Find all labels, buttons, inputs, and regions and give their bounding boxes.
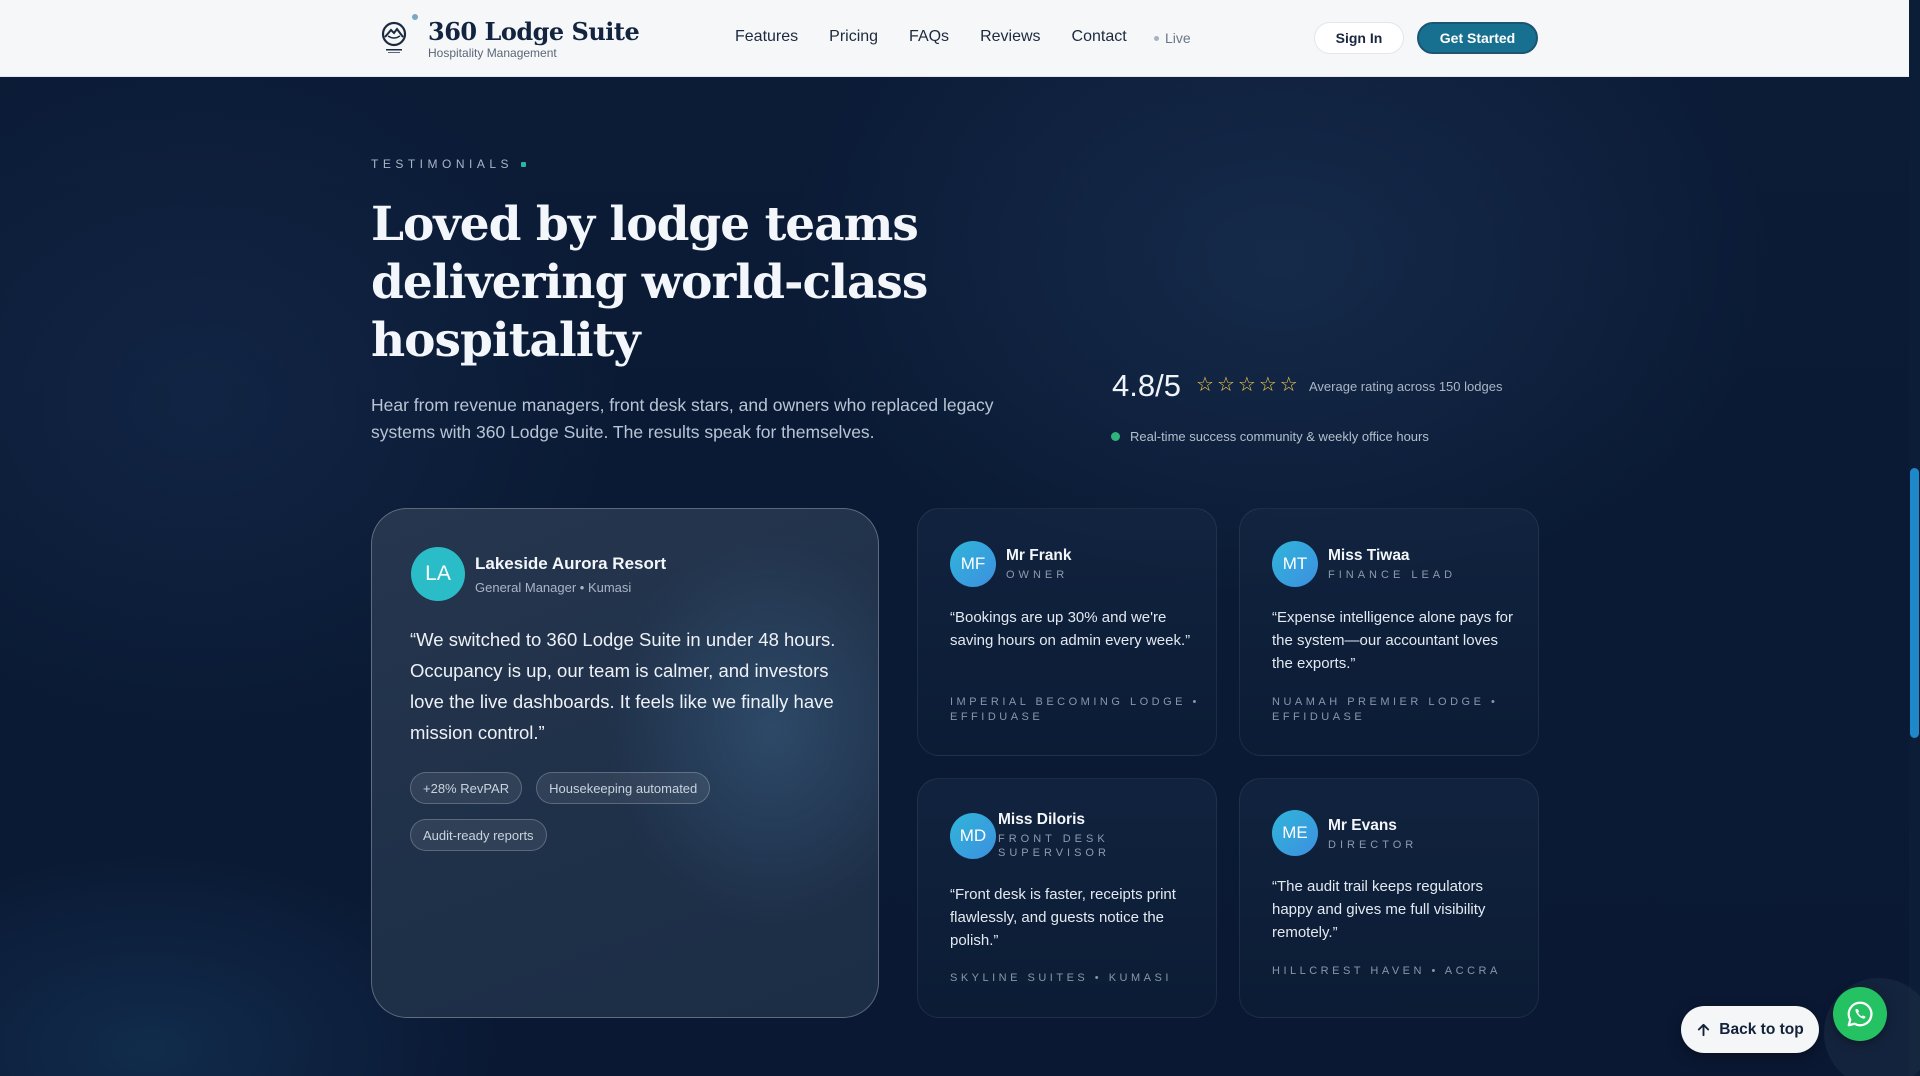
rating-score: 4.8/5 xyxy=(1112,368,1181,403)
star-icon: ☆ xyxy=(1258,374,1277,396)
rating-stars: ☆ ☆ ☆ ☆ ☆ xyxy=(1196,375,1298,395)
brand-name[interactable]: 360 Lodge Suite xyxy=(428,17,640,46)
nav-item-reviews[interactable]: Reviews xyxy=(980,28,1040,46)
status-dot xyxy=(1111,432,1120,441)
nav-item-contact[interactable]: Contact xyxy=(1072,28,1127,46)
testimonial-card: MD Miss Diloris FRONT DESK SUPERVISOR “F… xyxy=(917,778,1217,1018)
testimonial-role: OWNER xyxy=(1006,569,1069,581)
testimonial-author: Mr Frank xyxy=(1006,547,1072,564)
testimonial-author: Miss Tiwaa xyxy=(1328,547,1410,564)
arrow-up-icon xyxy=(1698,1023,1710,1037)
testimonial-card: MF Mr Frank OWNER “Bookings are up 30% a… xyxy=(917,508,1217,756)
testimonial-org: HILLCREST HAVEN • ACCRA xyxy=(1272,965,1501,977)
testimonial-card: ME Mr Evans DIRECTOR “The audit trail ke… xyxy=(1239,778,1539,1018)
testimonial-quote: “We switched to 360 Lodge Suite in under… xyxy=(410,629,836,743)
avatar: LA xyxy=(411,547,465,601)
avatar: MT xyxy=(1272,541,1318,587)
star-icon: ☆ xyxy=(1237,374,1256,396)
section-lede: Hear from revenue managers, front desk s… xyxy=(371,395,994,442)
result-chip: Audit-ready reports xyxy=(410,819,547,851)
testimonial-role: DIRECTOR xyxy=(1328,839,1418,851)
testimonial-org: SKYLINE SUITES • KUMASI xyxy=(950,972,1172,984)
star-icon: ☆ xyxy=(1216,374,1235,396)
back-to-top-button[interactable]: Back to top xyxy=(1681,1006,1819,1053)
avatar: ME xyxy=(1272,810,1318,856)
sign-in-button[interactable]: Sign In xyxy=(1314,22,1404,54)
whatsapp-button[interactable] xyxy=(1833,987,1887,1041)
logo-icon[interactable] xyxy=(378,20,410,56)
testimonial-role: FRONT DESK SUPERVISOR xyxy=(998,833,1110,859)
rating-note: Average rating across 150 lodges xyxy=(1309,379,1503,394)
main-nav: Features Pricing FAQs Reviews Contact xyxy=(735,28,1127,46)
result-chips: +28% RevPAR Housekeeping automated Audit… xyxy=(410,772,810,851)
testimonial-card: MT Miss Tiwaa FINANCE LEAD “Expense inte… xyxy=(1239,508,1539,756)
logo-dot xyxy=(412,14,418,20)
nav-item-faqs[interactable]: FAQs xyxy=(909,28,949,46)
testimonial-role: General Manager • Kumasi xyxy=(475,580,632,595)
testimonial-author: Lakeside Aurora Resort xyxy=(475,554,667,573)
whatsapp-icon xyxy=(1847,1001,1873,1027)
nav-item-pricing[interactable]: Pricing xyxy=(829,28,878,46)
testimonial-author: Miss Diloris xyxy=(998,811,1085,828)
live-indicator: Live xyxy=(1154,30,1191,46)
top-navbar: 360 Lodge Suite Hospitality Management F… xyxy=(0,0,1909,77)
community-label: Real-time success community & weekly off… xyxy=(1130,429,1429,444)
testimonial-quote: “The audit trail keeps regulators happy … xyxy=(1272,878,1486,941)
testimonial-author: Mr Evans xyxy=(1328,817,1397,834)
testimonial-quote: “Bookings are up 30% and we're saving ho… xyxy=(950,609,1191,649)
live-dot xyxy=(1154,35,1159,41)
back-to-top-label: Back to top xyxy=(1719,1020,1804,1038)
avatar: MD xyxy=(950,813,996,859)
community-note: Real-time success community & weekly off… xyxy=(1111,429,1429,444)
section-eyebrow: TESTIMONIALS xyxy=(371,157,527,171)
testimonial-quote: “Expense intelligence alone pays for the… xyxy=(1272,609,1513,672)
star-icon: ☆ xyxy=(1279,374,1298,396)
featured-testimonial-card: LA Lakeside Aurora Resort General Manage… xyxy=(371,508,879,1018)
testimonial-org: NUAMAH PREMIER LODGE • EFFIDUASE xyxy=(1272,696,1499,723)
testimonial-quote: “Front desk is faster, receipts print fl… xyxy=(950,886,1176,949)
testimonial-role: FINANCE LEAD xyxy=(1328,569,1457,581)
eyebrow-label: TESTIMONIALS xyxy=(371,157,514,171)
result-chip: +28% RevPAR xyxy=(410,772,523,804)
avatar: MF xyxy=(950,541,996,587)
testimonial-org: IMPERIAL BECOMING LODGE • EFFIDUASE xyxy=(950,696,1200,723)
brand-tagline: Hospitality Management xyxy=(428,46,557,60)
live-label: Live xyxy=(1165,30,1191,46)
section-headline: Loved by lodge teams delivering world-cl… xyxy=(371,197,928,368)
result-chip: Housekeeping automated xyxy=(536,772,711,804)
star-icon: ☆ xyxy=(1196,374,1214,396)
scrollbar-thumb[interactable] xyxy=(1910,468,1919,738)
eyebrow-dot xyxy=(521,161,527,167)
nav-item-features[interactable]: Features xyxy=(735,28,798,46)
get-started-button[interactable]: Get Started xyxy=(1417,22,1538,54)
